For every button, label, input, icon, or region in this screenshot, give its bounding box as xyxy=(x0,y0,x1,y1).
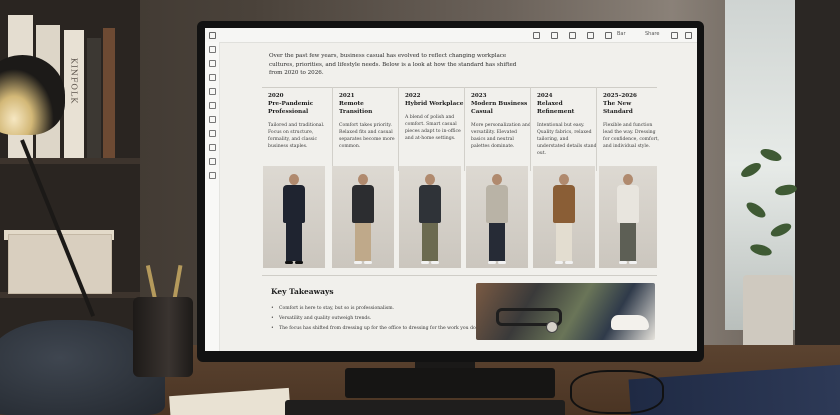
back-icon[interactable] xyxy=(209,32,216,39)
timeline-year: 2020 xyxy=(268,93,284,99)
book xyxy=(87,38,101,158)
calendar-icon[interactable] xyxy=(209,88,216,95)
document-icon[interactable] xyxy=(209,102,216,109)
shelf-board xyxy=(0,158,140,164)
timeline-desc: A blend of polish and comfort. Smart cas… xyxy=(405,115,461,141)
pen-cup xyxy=(133,297,193,377)
watch xyxy=(546,321,558,333)
timeline-column-2023: 2023 Modern Business Casual More persona… xyxy=(464,87,535,171)
outfit-photo-2020 xyxy=(263,166,325,268)
tabs-icon[interactable] xyxy=(671,32,678,39)
outfit-photo-2024 xyxy=(533,166,595,268)
book-kinfolk: KINFOLK xyxy=(64,30,84,158)
settings-icon[interactable] xyxy=(209,172,216,179)
timeline-year: 2024 xyxy=(537,93,553,99)
timeline: 2020 Pre-Pandemic Professional Tailored … xyxy=(262,87,662,171)
timeline-column-2022: 2022 Hybrid Workplace A blend of polish … xyxy=(398,87,469,171)
timeline-column-2020: 2020 Pre-Pandemic Professional Tailored … xyxy=(262,87,338,171)
timeline-desc: More personalization and versatility. El… xyxy=(471,123,531,149)
more-icon[interactable] xyxy=(685,32,692,39)
accessories-flatlay-photo xyxy=(476,283,655,340)
timeline-desc: Comfort takes priority. Relaxed fits and… xyxy=(339,123,395,149)
monitor-screen: Bar Share Over the past few years, busin… xyxy=(205,28,697,351)
app-sidebar xyxy=(205,42,220,351)
timeline-year: 2023 xyxy=(471,93,487,99)
outfit-photo-2025-2026 xyxy=(599,166,657,268)
section-divider xyxy=(262,275,657,276)
home-icon[interactable] xyxy=(209,46,216,53)
toolbar-label[interactable]: Bar xyxy=(617,31,626,37)
history-icon[interactable] xyxy=(587,32,594,39)
timeline-desc: Tailored and traditional. Focus on struc… xyxy=(268,123,325,149)
outfit-photo-2023 xyxy=(466,166,528,268)
layers-icon[interactable] xyxy=(209,74,216,81)
list-item: Versatility and quality outweigh trends. xyxy=(271,314,481,324)
book xyxy=(103,28,115,158)
outfit-photo-2021 xyxy=(332,166,394,268)
storage-box xyxy=(8,234,112,294)
image-icon[interactable] xyxy=(209,130,216,137)
outfit-photo-2022 xyxy=(399,166,461,268)
timeline-desc: Flexible and function lead the way. Dres… xyxy=(603,123,659,149)
key-takeaways-list: Comfort is here to stay, but so is profe… xyxy=(271,304,481,334)
timeline-era: Remote Transition xyxy=(339,101,373,115)
upload-icon[interactable] xyxy=(605,32,612,39)
key-takeaways-title: Key Takeaways xyxy=(271,287,334,296)
bookshelf: KINFOLK xyxy=(0,0,140,340)
timeline-era: Pre-Pandemic Professional xyxy=(268,101,314,115)
reader-icon[interactable] xyxy=(551,32,558,39)
list-item: The focus has shifted from dressing up f… xyxy=(271,324,481,334)
keyboard xyxy=(285,400,565,415)
plant xyxy=(735,145,805,275)
timeline-desc: Intentional but easy. Quality fabrics, r… xyxy=(537,123,597,156)
timeline-column-2024: 2024 Relaxed Refinement Intentional but … xyxy=(530,87,601,171)
timeline-year: 2021 xyxy=(339,93,355,99)
monitor-stand-base xyxy=(345,368,555,398)
timeline-era: Relaxed Refinement xyxy=(537,101,575,115)
list-item: Comfort is here to stay, but so is profe… xyxy=(271,304,481,314)
timeline-column-2021: 2021 Remote Transition Comfort takes pri… xyxy=(332,87,403,171)
search-icon[interactable] xyxy=(209,60,216,67)
bookmark-icon[interactable] xyxy=(533,32,540,39)
plant-pot xyxy=(743,275,793,355)
timeline-era: Hybrid Workplace xyxy=(405,101,464,107)
timeline-column-2025-2026: 2025–2026 The New Standard Flexible and … xyxy=(596,87,665,171)
timeline-year: 2022 xyxy=(405,93,421,99)
share-button[interactable]: Share xyxy=(645,31,659,37)
timeline-year: 2025–2026 xyxy=(603,93,637,99)
sidebar-toggle-icon[interactable] xyxy=(569,32,576,39)
browser-toolbar: Bar Share xyxy=(205,28,697,43)
timeline-era: The New Standard xyxy=(603,101,633,115)
sneaker xyxy=(611,315,649,330)
book-spine-text: KINFOLK xyxy=(69,57,79,105)
folder-icon[interactable] xyxy=(209,158,216,165)
list-icon[interactable] xyxy=(209,144,216,151)
grid-icon[interactable] xyxy=(209,116,216,123)
eyeglasses xyxy=(570,370,664,414)
photo-scene: KINFOLK Bar Share Over the past few year… xyxy=(0,0,840,415)
intro-paragraph: Over the past few years, business casual… xyxy=(269,53,517,76)
timeline-era: Modern Business Casual xyxy=(471,101,528,115)
